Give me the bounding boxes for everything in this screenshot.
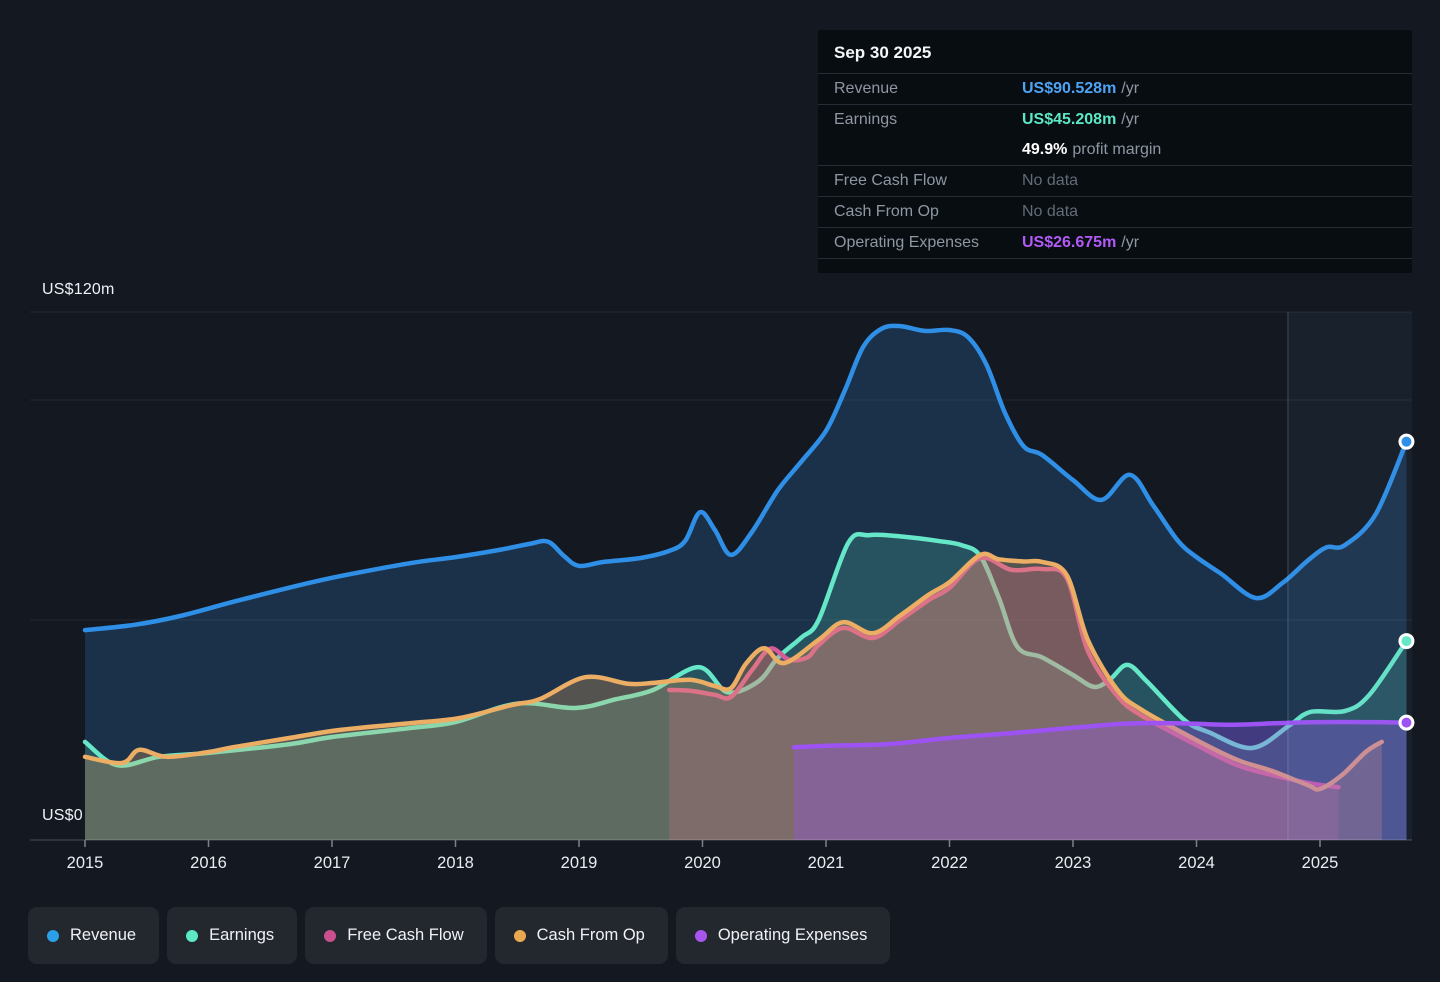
earnings-dot-icon: [186, 929, 199, 942]
tooltip-margin-value: 49.9%: [1022, 141, 1068, 158]
y-axis-label-max: US$120m: [42, 281, 115, 298]
tooltip-margin-text: profit margin: [1072, 141, 1162, 158]
x-tick-label: 2022: [931, 854, 968, 872]
tooltip-earnings-value: US$45.208m: [1022, 111, 1117, 128]
forecast-band: [1287, 312, 1412, 840]
x-tick-label: 2016: [190, 854, 227, 872]
free-cash-flow-dot-icon: [324, 929, 337, 942]
legend-label: Operating Expenses: [717, 926, 868, 944]
legend-label: Free Cash Flow: [347, 926, 464, 944]
legend-item-cash-from-op[interactable]: Cash From Op: [494, 907, 668, 964]
tooltip-cashop-label: Cash From Op: [834, 203, 939, 220]
endpoint-dot-earnings[interactable]: [1398, 633, 1415, 650]
legend-label: Revenue: [70, 926, 137, 944]
tooltip-opex-unit: /yr: [1121, 234, 1140, 251]
tooltip-opex-value: US$26.675m: [1022, 234, 1117, 251]
tooltip-opex-label: Operating Expenses: [834, 234, 979, 251]
legend-label: Earnings: [209, 926, 275, 944]
tooltip-row-opex: Operating Expenses US$26.675m /yr: [818, 227, 1412, 258]
legend-item-revenue[interactable]: Revenue: [28, 907, 160, 964]
x-tick-label: 2015: [67, 854, 104, 872]
x-tick-label: 2024: [1178, 854, 1215, 872]
tooltip-revenue-label: Revenue: [834, 80, 899, 97]
tooltip-earnings-unit: /yr: [1121, 111, 1140, 128]
endpoint-dot-operating-expenses[interactable]: [1398, 714, 1415, 731]
chart-legend: Revenue Earnings Free Cash Flow Cash Fro…: [28, 907, 891, 964]
tooltip-fcf-value: No data: [1022, 172, 1079, 189]
x-tick-label: 2018: [437, 854, 474, 872]
x-tick-label: 2021: [808, 854, 845, 872]
cash-from-op-dot-icon: [513, 929, 526, 942]
revenue-dot-icon: [47, 929, 59, 942]
x-tick-label: 2025: [1302, 854, 1339, 872]
x-tick-label: 2023: [1055, 854, 1092, 872]
tooltip-row-fcf: Free Cash Flow No data: [818, 165, 1412, 196]
tooltip-row-revenue: Revenue US$90.528m /yr: [818, 73, 1412, 104]
legend-label: Cash From Op: [536, 926, 645, 944]
legend-item-free-cash-flow[interactable]: Free Cash Flow: [305, 907, 487, 964]
tooltip-revenue-unit: /yr: [1121, 80, 1140, 97]
x-tick-label: 2020: [684, 854, 721, 872]
tooltip-date: Sep 30 2025: [834, 43, 932, 62]
tooltip-row-profit-margin: 49.9% profit margin: [818, 135, 1412, 165]
tooltip-row-cashop: Cash From Op No data: [818, 196, 1412, 227]
endpoint-dot-revenue[interactable]: [1398, 433, 1415, 450]
legend-item-earnings[interactable]: Earnings: [167, 907, 298, 964]
x-tick-label: 2017: [314, 854, 351, 872]
tooltip-fcf-label: Free Cash Flow: [834, 172, 947, 189]
tooltip-cashop-value: No data: [1022, 203, 1079, 220]
tooltip-earnings-label: Earnings: [834, 111, 898, 128]
chart-tooltip: Sep 30 2025 Revenue US$90.528m /yr Earni…: [818, 30, 1412, 273]
legend-item-operating-expenses[interactable]: Operating Expenses: [675, 907, 891, 964]
x-tick-label: 2019: [561, 854, 598, 872]
stock-financials-chart-page: 2015 2016 2017 2018 2019 2020 2021 2022 2023 2024…: [0, 0, 1440, 982]
y-axis-label-zero: US$0: [42, 807, 83, 824]
tooltip-row-earnings: Earnings US$45.208m /yr: [818, 104, 1412, 135]
tooltip-revenue-value: US$90.528m: [1022, 80, 1117, 97]
operating-expenses-dot-icon: [694, 929, 707, 942]
